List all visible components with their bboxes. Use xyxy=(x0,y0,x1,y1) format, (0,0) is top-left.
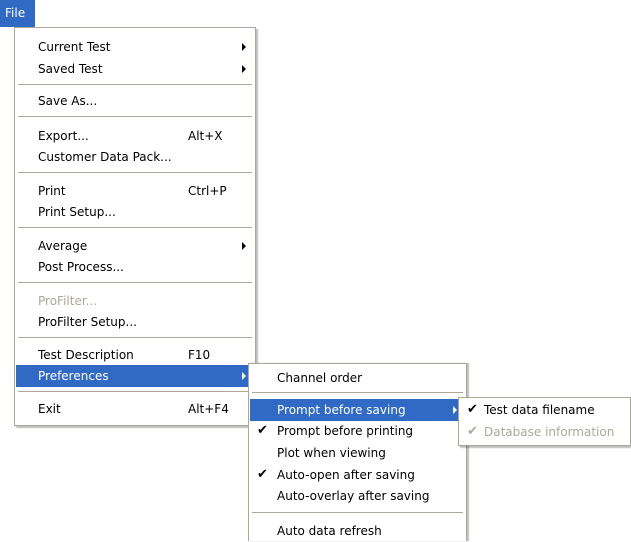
menu-item-label: Export... xyxy=(38,129,89,143)
checkmark-icon: ✔ xyxy=(257,467,268,482)
menu-separator xyxy=(252,512,463,513)
file-menu: Current Test Saved Test Save As... Expor… xyxy=(14,27,256,426)
menu-item-average[interactable]: Average xyxy=(16,235,254,257)
menu-item-label: Auto-overlay after saving xyxy=(277,489,430,503)
menu-item-export[interactable]: Export... Alt+X xyxy=(16,125,254,147)
menu-item-label: Prompt before printing xyxy=(277,424,414,438)
checkmark-icon: ✔ xyxy=(257,423,268,438)
menu-item-plot-when-viewing[interactable]: Plot when viewing xyxy=(250,442,465,464)
menu-item-label: Auto-open after saving xyxy=(277,468,415,482)
menu-item-profilter-setup[interactable]: ProFilter Setup... xyxy=(16,311,254,333)
submenu-arrow-icon xyxy=(453,406,457,414)
menu-separator xyxy=(18,84,252,85)
menu-item-label: Test Description xyxy=(38,348,134,362)
submenu-arrow-icon xyxy=(242,372,246,380)
menu-item-preferences[interactable]: Preferences xyxy=(16,365,254,387)
menu-separator xyxy=(18,391,252,392)
menu-item-label: Test data filename xyxy=(484,403,595,417)
menu-item-label: Preferences xyxy=(38,369,109,383)
menu-item-prompt-before-saving[interactable]: Prompt before saving xyxy=(250,399,465,421)
menu-item-save-as[interactable]: Save As... xyxy=(16,90,254,112)
menu-item-shortcut: Alt+X xyxy=(188,129,223,143)
menu-item-auto-overlay-after-saving[interactable]: Auto-overlay after saving xyxy=(250,485,465,507)
menu-item-shortcut: Alt+F4 xyxy=(188,402,229,416)
menu-separator xyxy=(18,282,252,283)
menu-separator xyxy=(18,227,252,228)
prompt-before-saving-submenu: ✔ Test data filename ✔ Database informat… xyxy=(458,397,631,446)
submenu-arrow-icon xyxy=(242,43,246,51)
menu-item-database-information: ✔ Database information xyxy=(460,421,629,443)
menu-separator xyxy=(252,392,463,393)
menu-item-customer-data-pack[interactable]: Customer Data Pack... xyxy=(16,146,254,168)
menu-item-auto-data-refresh[interactable]: Auto data refresh xyxy=(250,520,465,542)
menu-item-label: Prompt before saving xyxy=(277,403,406,417)
submenu-arrow-icon xyxy=(242,65,246,73)
file-menu-label: File xyxy=(5,6,26,20)
menu-item-label: Database information xyxy=(484,425,615,439)
menu-item-channel-order[interactable]: Channel order xyxy=(250,367,465,389)
menu-item-print[interactable]: Print Ctrl+P xyxy=(16,180,254,202)
menu-item-label: Save As... xyxy=(38,94,98,108)
menu-item-saved-test[interactable]: Saved Test xyxy=(16,58,254,80)
checkmark-icon: ✔ xyxy=(467,402,478,417)
preferences-submenu: Channel order Prompt before saving ✔ Pro… xyxy=(248,363,467,541)
menu-item-test-description[interactable]: Test Description F10 xyxy=(16,344,254,366)
menu-item-label: Print xyxy=(38,184,66,198)
menu-item-label: Auto data refresh xyxy=(277,524,382,538)
menu-item-label: ProFilter... xyxy=(38,294,98,308)
menu-item-label: Plot when viewing xyxy=(277,446,386,460)
menu-item-label: ProFilter Setup... xyxy=(38,315,137,329)
menu-item-label: Exit xyxy=(38,402,61,416)
menu-item-shortcut: F10 xyxy=(188,348,211,362)
menu-item-label: Saved Test xyxy=(38,62,103,76)
menu-item-current-test[interactable]: Current Test xyxy=(16,36,254,58)
menu-item-label: Print Setup... xyxy=(38,205,116,219)
menu-item-shortcut: Ctrl+P xyxy=(188,184,227,198)
menu-item-label: Average xyxy=(38,239,88,253)
menu-separator xyxy=(18,337,252,338)
menu-item-profilter: ProFilter... xyxy=(16,290,254,312)
menu-separator xyxy=(18,172,252,173)
menu-item-label: Channel order xyxy=(277,371,363,385)
menu-separator xyxy=(18,116,252,117)
menu-item-label: Current Test xyxy=(38,40,111,54)
file-menu-button[interactable]: File xyxy=(0,0,35,27)
menu-item-print-setup[interactable]: Print Setup... xyxy=(16,201,254,223)
menu-item-auto-open-after-saving[interactable]: ✔ Auto-open after saving xyxy=(250,464,465,486)
menu-item-test-data-filename[interactable]: ✔ Test data filename xyxy=(460,399,629,421)
submenu-arrow-icon xyxy=(242,242,246,250)
menu-item-exit[interactable]: Exit Alt+F4 xyxy=(16,398,254,420)
menu-item-prompt-before-printing[interactable]: ✔ Prompt before printing xyxy=(250,420,465,442)
checkmark-icon: ✔ xyxy=(467,424,478,439)
menu-item-label: Post Process... xyxy=(38,260,124,274)
menu-item-post-process[interactable]: Post Process... xyxy=(16,256,254,278)
menu-item-label: Customer Data Pack... xyxy=(38,150,172,164)
